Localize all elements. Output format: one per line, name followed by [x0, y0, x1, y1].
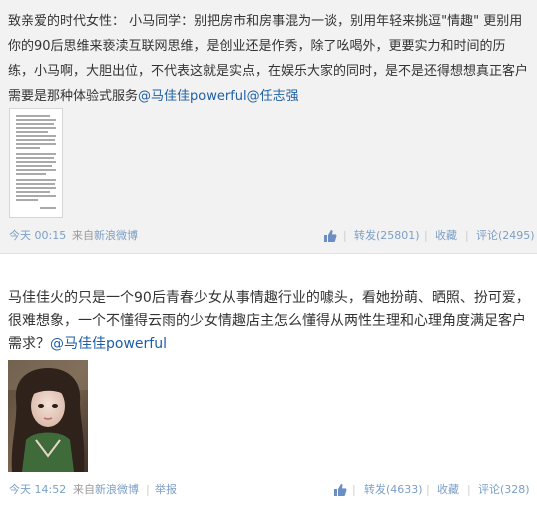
footer-divider: | — [146, 483, 150, 496]
post-2-mention-majiajia[interactable]: @马佳佳powerful — [50, 336, 167, 352]
post-2-footer: 今天 14:52 来自 新浪微博 | 举报 | 转发(4633) | 收藏 | … — [0, 481, 537, 499]
post-2-from-label: 来自 — [73, 483, 95, 496]
footer-divider: | — [426, 483, 430, 496]
post-1-from-label: 来自 — [72, 229, 94, 242]
post-1-timestamp[interactable]: 今天 00:15 — [9, 227, 66, 245]
post-1-favorite-button[interactable]: 收藏 — [435, 227, 457, 245]
post-1-mention-majiajia[interactable]: @马佳佳powerful — [138, 89, 247, 104]
thumbs-up-icon[interactable] — [323, 229, 337, 243]
post-2-repost-button[interactable]: 转发(4633) — [364, 481, 423, 499]
post-1-source-link[interactable]: 新浪微博 — [94, 227, 138, 245]
post-1-repost-button[interactable]: 转发(25801) — [354, 227, 420, 245]
footer-divider: | — [352, 483, 356, 496]
post-2-attached-photo[interactable] — [8, 360, 88, 472]
footer-divider: | — [424, 229, 428, 242]
post-1-footer: 今天 00:15 来自 新浪微博 | 转发(25801) | 收藏 | 评论(2… — [0, 227, 537, 245]
footer-divider: | — [467, 483, 471, 496]
document-page-graphic — [10, 109, 62, 217]
post-2-report-button[interactable]: 举报 — [155, 481, 177, 499]
post-2-timestamp[interactable]: 今天 14:52 — [9, 481, 66, 499]
post-2-comment-button[interactable]: 评论(328) — [478, 481, 530, 499]
portrait-photo-graphic — [8, 360, 88, 472]
post-1-mention-renzhiqiang[interactable]: @任志强 — [247, 89, 299, 104]
post-1-attached-image[interactable] — [9, 108, 63, 218]
feed-post-1: 致亲爱的时代女性： 小马同学：别把房市和房事混为一谈，别用年轻来挑逗"情趣" 更… — [0, 0, 537, 254]
post-1-text: 致亲爱的时代女性： 小马同学：别把房市和房事混为一谈，别用年轻来挑逗"情趣" 更… — [8, 9, 530, 109]
post-1-comment-button[interactable]: 评论(2495) — [476, 227, 535, 245]
post-2-text: 马佳佳火的只是一个90后青春少女从事情趣行业的噱头，看她扮萌、晒照、扮可爱，很难… — [8, 287, 532, 356]
footer-divider: | — [343, 229, 347, 242]
thumbs-up-icon[interactable] — [333, 483, 347, 497]
post-2-favorite-button[interactable]: 收藏 — [437, 481, 459, 499]
post-2-source-link[interactable]: 新浪微博 — [95, 481, 139, 499]
footer-divider: | — [465, 229, 469, 242]
